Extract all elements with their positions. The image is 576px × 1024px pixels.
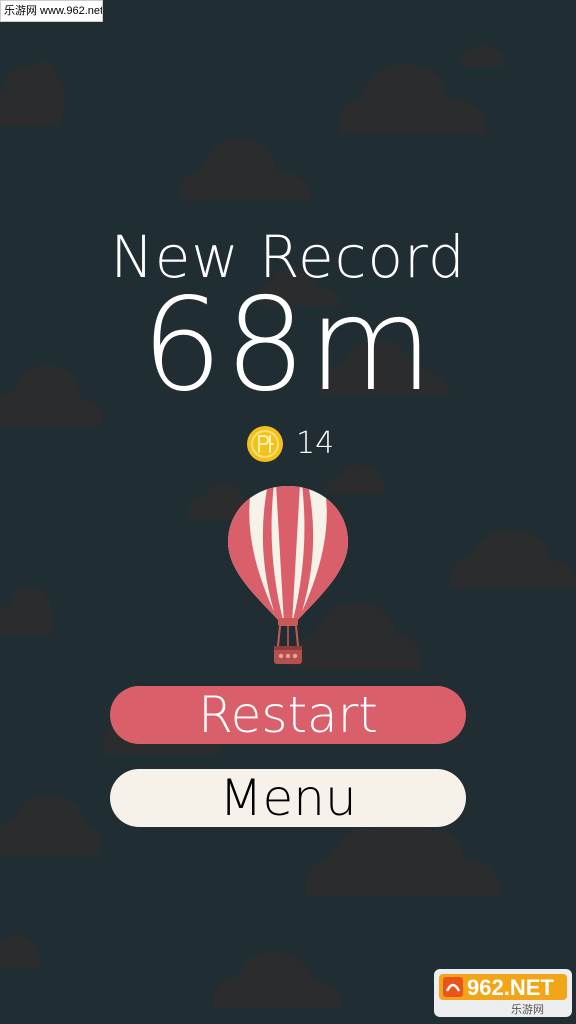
distance-score: 68m — [141, 271, 435, 420]
logo-brand-text: 962.NET — [467, 975, 554, 1000]
logo-subtitle-text: 乐游网 — [511, 1003, 544, 1016]
cloud — [0, 587, 53, 634]
962net-logo: 962.NET 乐游网 — [434, 969, 572, 1017]
cloud — [179, 137, 310, 200]
site-watermark: 乐游网 www.962.net — [0, 0, 103, 22]
coin-counter: 14 — [246, 424, 334, 464]
coin-count: 14 — [296, 426, 335, 461]
restart-button[interactable]: Restart — [110, 686, 466, 744]
cloud — [0, 933, 41, 968]
cloud — [0, 795, 101, 856]
cloud — [305, 818, 502, 896]
cloud — [459, 44, 504, 66]
coin-icon — [247, 426, 283, 462]
cloud — [0, 61, 65, 126]
cloud — [213, 951, 343, 1008]
game-over-screen: 乐游网 www.962.net New Record 68m 14 Restar… — [0, 0, 576, 1024]
hot-air-balloon-icon — [228, 486, 348, 664]
cloud — [449, 529, 576, 588]
cloud — [338, 63, 486, 134]
menu-button[interactable]: Menu — [110, 769, 466, 827]
